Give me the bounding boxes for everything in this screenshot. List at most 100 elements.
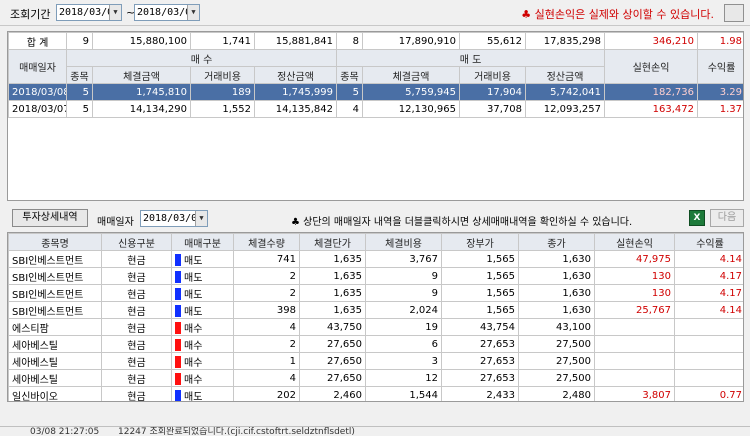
row-fill-price: 27,650 xyxy=(299,352,366,370)
table-row[interactable]: SBI인베스트먼트 현금 매도 741 1,635 3,767 1,565 1,630 47,9… xyxy=(8,250,743,268)
table-row[interactable]: SBI인베스트먼트 현금 매도 2 1,635 9 1,565 1,630 130 4.17 xyxy=(8,284,743,302)
row-fill-qty: 4 xyxy=(233,318,300,336)
table-row[interactable]: 에스티팜 현금 매수 4 43,750 19 43,754 43,100 xyxy=(8,318,743,336)
date-from-dropdown-icon[interactable]: ▼ xyxy=(109,5,121,20)
table-row[interactable]: 2018/03/07 5 14,134,290 1,552 14,135,842… xyxy=(8,100,743,118)
table-row[interactable]: 2018/03/08 5 1,745,810 189 1,745,999 5 5… xyxy=(8,83,743,101)
date-to-dropdown-icon[interactable]: ▼ xyxy=(187,5,199,20)
row-book-price: 2,433 xyxy=(441,386,519,401)
row-fill-qty: 741 xyxy=(233,250,300,268)
row-stock-name: 일신바이오 xyxy=(8,386,102,401)
col-realized-pl[interactable]: 실현손익 xyxy=(594,233,675,251)
detail-date-input[interactable]: 2018/03/08 ▼ xyxy=(140,210,208,227)
row-realized-pl xyxy=(594,335,675,353)
trade-type-text: 매도 xyxy=(184,255,203,267)
row-sell-amount: 5,759,945 xyxy=(362,83,460,101)
col-sell-settle[interactable]: 정산금액 xyxy=(525,66,605,84)
table-row[interactable]: 세아베스틸 현금 매수 4 27,650 12 27,653 27,500 xyxy=(8,369,743,387)
query-button[interactable] xyxy=(724,4,744,22)
row-book-price: 43,754 xyxy=(441,318,519,336)
date-from-input[interactable]: 2018/03/07 ▼ xyxy=(56,4,122,21)
detail-date-dropdown-icon[interactable]: ▼ xyxy=(195,211,207,226)
row-realized-pl: 47,975 xyxy=(594,250,675,268)
pl-notice-text: 실현손익은 실제와 상이할 수 있습니다. xyxy=(534,8,714,21)
col-buy-amount[interactable]: 체결금액 xyxy=(92,66,191,84)
table-row[interactable]: 일신바이오 현금 매도 202 2,460 1,544 2,433 2,480 3,807 0.7… xyxy=(8,386,743,401)
table-row[interactable]: SBI인베스트먼트 현금 매도 2 1,635 9 1,565 1,630 130 4.17 xyxy=(8,267,743,285)
buy-marker-icon xyxy=(175,321,181,334)
col-stock-name[interactable]: 종목명 xyxy=(8,233,102,251)
col-fill-qty[interactable]: 체결수량 xyxy=(233,233,300,251)
col-buy-count[interactable]: 종목 xyxy=(66,66,93,84)
trade-type-text: 매수 xyxy=(184,340,203,352)
row-book-price: 1,565 xyxy=(441,284,519,302)
row-fill-price: 1,635 xyxy=(299,267,366,285)
row-return-rate: 4.17 xyxy=(674,267,743,285)
row-buy-count: 5 xyxy=(66,100,93,118)
buy-marker-icon xyxy=(175,355,181,368)
status-bar: 03/08 21:27:05 12247 조회완료되었습니다.(cji.cif.… xyxy=(0,426,750,436)
col-credit-type[interactable]: 신용구분 xyxy=(101,233,172,251)
detail-notice-text: 상단의 매매일자 내역을 더블클릭하시면 상세매매내역을 확인하실 수 있습니다… xyxy=(303,217,633,228)
tab-investment-detail[interactable]: 투자상세내역 xyxy=(12,209,88,227)
row-trade-type: 매도 xyxy=(171,301,234,319)
excel-export-icon[interactable]: X xyxy=(689,210,705,226)
col-sell-amount[interactable]: 체결금액 xyxy=(362,66,460,84)
row-fill-qty: 2 xyxy=(233,267,300,285)
status-time: 03/08 21:27:05 xyxy=(30,427,100,436)
col-sell-count[interactable]: 종목 xyxy=(336,66,363,84)
col-return-rate[interactable]: 수익률 xyxy=(697,49,743,84)
sell-marker-icon xyxy=(175,253,181,266)
row-buy-cost: 1,552 xyxy=(190,100,255,118)
table-row[interactable]: 세아베스틸 현금 매수 2 27,650 6 27,653 27,500 xyxy=(8,335,743,353)
col-sell-cost[interactable]: 거래비용 xyxy=(459,66,526,84)
row-return-rate xyxy=(674,318,743,336)
row-close-price: 27,500 xyxy=(518,335,595,353)
row-trade-type: 매도 xyxy=(171,267,234,285)
detail-toolbar: 투자상세내역 매매일자 2018/03/08 ▼ ♣ 상단의 매매일자 내역을 … xyxy=(0,205,750,231)
trade-type-text: 매수 xyxy=(184,374,203,386)
col-group-buy: 매 수 xyxy=(66,49,337,67)
row-fill-price: 2,460 xyxy=(299,386,366,401)
row-buy-settle: 14,135,842 xyxy=(254,100,337,118)
row-fill-price: 1,635 xyxy=(299,250,366,268)
row-book-price: 1,565 xyxy=(441,250,519,268)
col-fill-cost[interactable]: 체결비용 xyxy=(365,233,442,251)
trade-type-text: 매도 xyxy=(184,272,203,284)
row-trade-type: 매수 xyxy=(171,335,234,353)
col-group-sell: 매 도 xyxy=(336,49,605,67)
row-close-price: 1,630 xyxy=(518,284,595,302)
row-fill-qty: 202 xyxy=(233,386,300,401)
row-fill-cost: 3,767 xyxy=(365,250,442,268)
row-buy-amount: 14,134,290 xyxy=(92,100,191,118)
row-sell-cost: 17,904 xyxy=(459,83,526,101)
row-credit-type: 현금 xyxy=(101,301,172,319)
row-credit-type: 현금 xyxy=(101,250,172,268)
row-realized-pl: 130 xyxy=(594,267,675,285)
row-realized-pl: 3,807 xyxy=(594,386,675,401)
col-trade-date[interactable]: 매매일자 xyxy=(8,49,67,84)
col-realized-pl[interactable]: 실현손익 xyxy=(604,49,698,84)
row-close-price: 1,630 xyxy=(518,301,595,319)
col-trade-type[interactable]: 매매구분 xyxy=(171,233,234,251)
col-book-price[interactable]: 장부가 xyxy=(441,233,519,251)
row-credit-type: 현금 xyxy=(101,386,172,401)
row-return-rate xyxy=(674,335,743,353)
next-button[interactable]: 다음 xyxy=(710,209,744,227)
total-buy-cost: 1,741 xyxy=(190,32,255,50)
col-close-price[interactable]: 종가 xyxy=(518,233,595,251)
table-row[interactable]: SBI인베스트먼트 현금 매도 398 1,635 2,024 1,565 1,630 25,7… xyxy=(8,301,743,319)
detail-body: SBI인베스트먼트 현금 매도 741 1,635 3,767 1,565 1,630 47,9… xyxy=(8,250,743,401)
query-bar: 조회기간 2018/03/07 ▼ ~ 2018/03/08 ▼ ♣ 실현손익은… xyxy=(0,0,750,26)
row-buy-count: 5 xyxy=(66,83,93,101)
col-return-rate[interactable]: 수익률 xyxy=(674,233,743,251)
date-to-input[interactable]: 2018/03/08 ▼ xyxy=(134,4,200,21)
table-row[interactable]: 세아베스틸 현금 매수 1 27,650 3 27,653 27,500 xyxy=(8,352,743,370)
col-buy-settle[interactable]: 정산금액 xyxy=(254,66,337,84)
row-stock-name: 세아베스틸 xyxy=(8,352,102,370)
sell-marker-icon xyxy=(175,389,181,401)
col-buy-cost[interactable]: 거래비용 xyxy=(190,66,255,84)
col-fill-price[interactable]: 체결단가 xyxy=(299,233,366,251)
buy-marker-icon xyxy=(175,372,181,385)
row-trade-type: 매도 xyxy=(171,386,234,401)
